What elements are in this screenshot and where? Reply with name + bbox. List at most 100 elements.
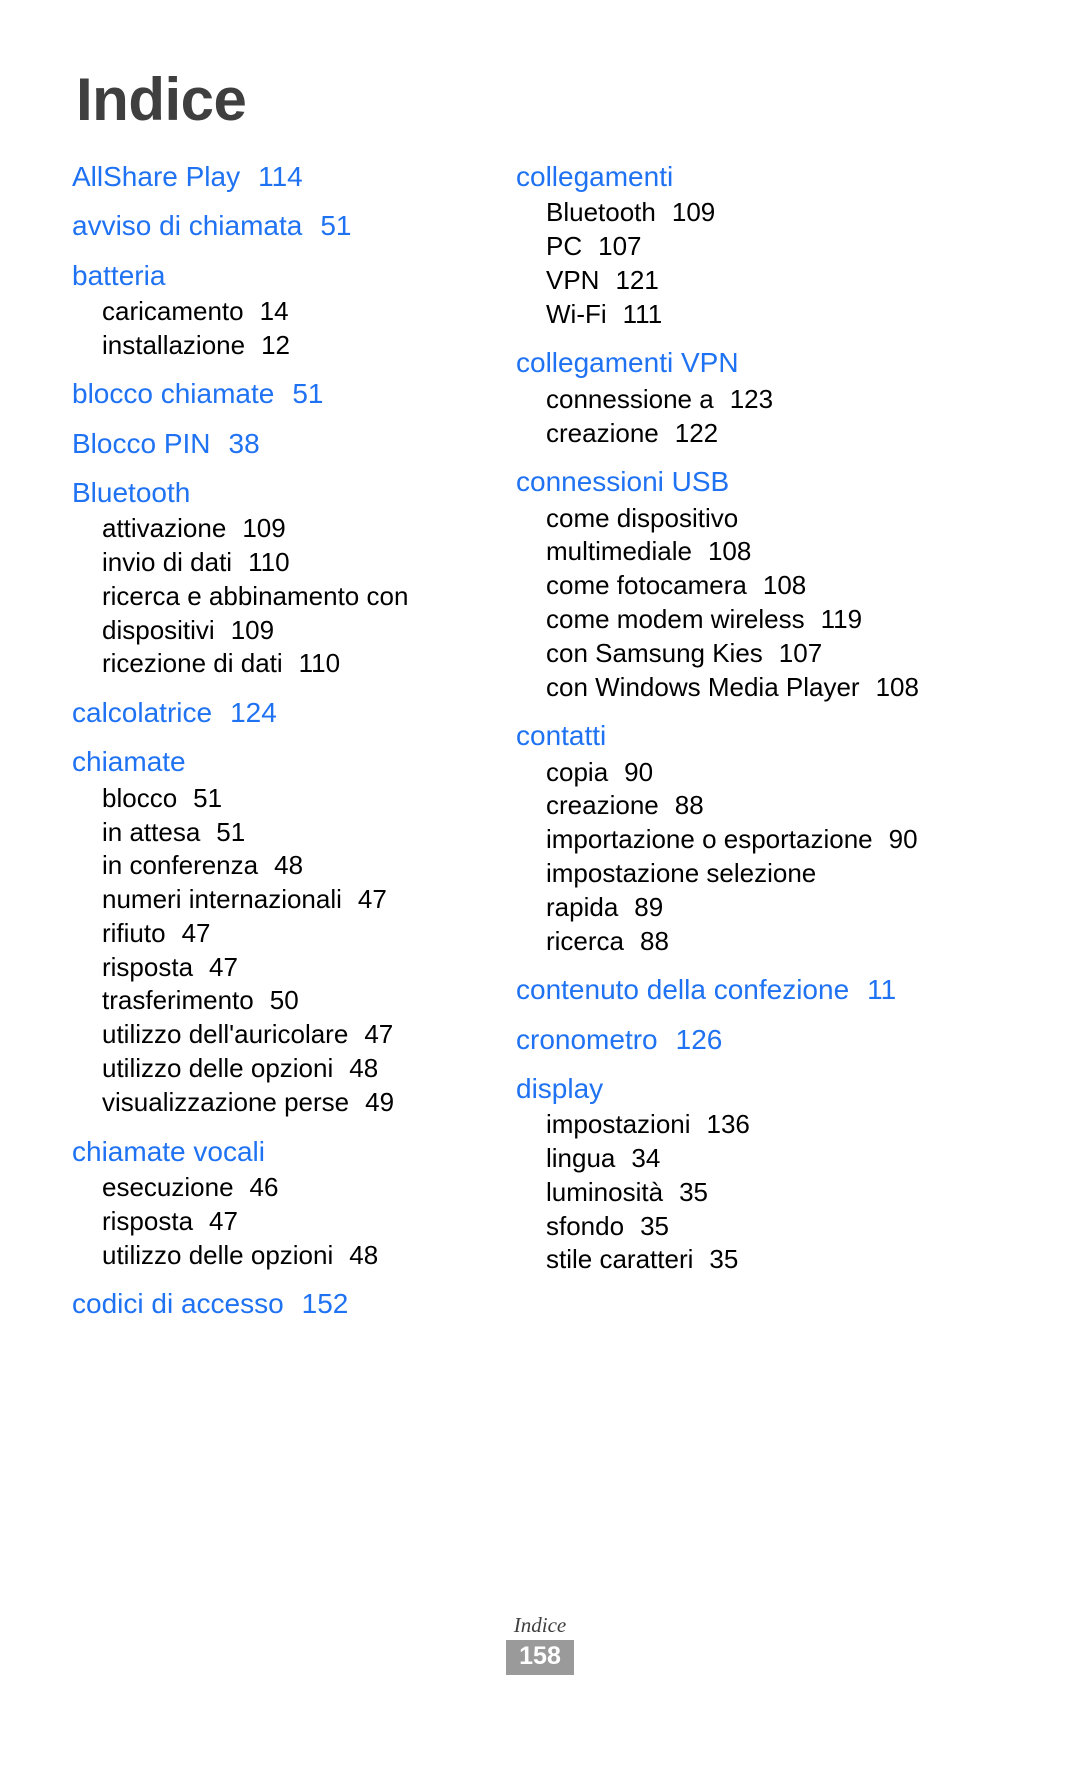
index-group: chiamate vocali esecuzione 46 risposta 47 uti… [72, 1134, 480, 1273]
index-subentry[interactable]: come fotocamera 108 [546, 569, 924, 603]
index-subentry[interactable]: ricerca 88 [546, 925, 924, 959]
index-subentry[interactable]: con Windows Media Player 108 [546, 671, 924, 705]
index-subentry[interactable]: trasferimento 50 [102, 984, 480, 1018]
index-subentry-label: rifiuto [102, 917, 166, 948]
index-subentry[interactable]: con Samsung Kies 107 [546, 637, 924, 671]
index-subentry[interactable]: in attesa 51 [102, 816, 480, 850]
index-sublist: connessione a 123 creazione 122 [516, 383, 924, 451]
index-subentry-page: 51 [216, 816, 246, 847]
index-heading[interactable]: Blocco PIN 38 [72, 426, 480, 461]
index-subentry[interactable]: invio di dati 110 [102, 546, 480, 580]
index-subentry-page: 108 [707, 536, 752, 567]
index-subentry-page: 90 [624, 756, 654, 787]
index-subentry[interactable]: connessione a 123 [546, 383, 924, 417]
index-subentry-label: lingua [546, 1143, 616, 1173]
index-heading-label: Blocco PIN [72, 427, 211, 459]
index-heading[interactable]: contenuto della confezione 11 [516, 972, 924, 1007]
index-subentry[interactable]: installazione 12 [102, 329, 480, 363]
index-subentry-label: caricamento [102, 295, 244, 326]
index-subentry[interactable]: in conferenza 48 [102, 849, 480, 883]
index-heading-label: calcolatrice [72, 697, 213, 729]
index-subentry[interactable]: visualizzazione perse 49 [102, 1086, 480, 1120]
index-subentry[interactable]: VPN 121 [546, 264, 924, 298]
index-subentry[interactable]: risposta 47 [102, 951, 480, 985]
index-heading[interactable]: chiamate [72, 744, 480, 779]
index-subentry[interactable]: creazione 88 [546, 789, 924, 823]
index-subentry-label: utilizzo dell'auricolare [102, 1019, 349, 1050]
index-subentry-label: utilizzo delle opzioni [102, 1053, 334, 1084]
index-subentry-label: ricerca [546, 925, 625, 956]
index-subentry[interactable]: utilizzo delle opzioni 48 [102, 1052, 480, 1086]
index-subentry-page: 109 [242, 513, 286, 544]
index-subentry-label: utilizzo delle opzioni [102, 1239, 334, 1270]
index-subentry[interactable]: Bluetooth 109 [546, 196, 924, 230]
right-column: collegamenti Bluetooth 109 PC 107 VPN 121 Wi-Fi… [516, 159, 924, 1279]
index-subentry[interactable]: lingua 34 [546, 1142, 924, 1176]
index-heading[interactable]: collegamenti [516, 159, 924, 194]
index-heading[interactable]: batteria [72, 258, 480, 293]
index-heading[interactable]: chiamate vocali [72, 1134, 480, 1169]
index-subentry[interactable]: impostazioni 136 [546, 1108, 924, 1142]
index-heading[interactable]: contatti [516, 718, 924, 753]
index-subentry-label: come fotocamera [546, 570, 747, 601]
index-subentry-page: 107 [598, 231, 642, 262]
index-group: AllShare Play 114 [72, 159, 480, 194]
index-heading-label: contatti [516, 720, 607, 752]
index-subentry[interactable]: ricerca e abbinamento con dispositivi 109 [102, 580, 480, 648]
index-subentry[interactable]: caricamento 14 [102, 295, 480, 329]
index-heading-label: display [516, 1072, 604, 1104]
index-subentry[interactable]: Wi-Fi 111 [546, 298, 924, 332]
index-subentry[interactable]: copia 90 [546, 756, 924, 790]
index-heading[interactable]: cronometro 126 [516, 1022, 924, 1057]
index-heading-label: chiamate [72, 746, 186, 778]
index-heading-label: chiamate vocali [72, 1135, 265, 1167]
index-subentry[interactable]: impostazione selezione rapida 89 [546, 857, 924, 925]
index-subentry-label: PC [546, 231, 583, 262]
index-subentry[interactable]: blocco 51 [102, 782, 480, 816]
index-heading[interactable]: Bluetooth [72, 475, 480, 510]
index-heading[interactable]: calcolatrice 124 [72, 695, 480, 730]
index-heading[interactable]: AllShare Play 114 [72, 159, 480, 194]
index-subentry[interactable]: PC 107 [546, 230, 924, 264]
index-heading[interactable]: display [516, 1071, 924, 1106]
index-page: Indice AllShare Play 114 avviso di chiamat… [0, 0, 1080, 1771]
index-heading[interactable]: collegamenti VPN [516, 345, 924, 380]
index-sublist: impostazioni 136 lingua 34 luminosità 35 sfond… [516, 1108, 924, 1277]
index-subentry[interactable]: utilizzo delle opzioni 48 [102, 1239, 480, 1273]
index-subentry[interactable]: rifiuto 47 [102, 917, 480, 951]
index-subentry[interactable]: stile caratteri 35 [546, 1243, 924, 1277]
index-subentry[interactable]: importazione o esportazione 90 [546, 823, 924, 857]
left-column: AllShare Play 114 avviso di chiamata 51 batt… [72, 159, 480, 1324]
index-subentry[interactable]: ricezione di dati 110 [102, 647, 480, 681]
index-subentry[interactable]: risposta 47 [102, 1205, 480, 1239]
index-subentry-page: 35 [709, 1244, 739, 1275]
index-subentry[interactable]: esecuzione 46 [102, 1171, 480, 1205]
index-subentry-page: 50 [269, 985, 299, 1016]
index-heading[interactable]: blocco chiamate 51 [72, 376, 480, 411]
index-group: contatti copia 90 creazione 88 importazione o… [516, 718, 924, 958]
index-subentry[interactable]: sfondo 35 [546, 1210, 924, 1244]
index-subentry[interactable]: come modem wireless 119 [546, 603, 924, 637]
index-subentry[interactable]: come dispositivo multimediale 108 [546, 502, 924, 570]
index-subentry-label: blocco [102, 782, 178, 813]
index-columns: AllShare Play 114 avviso di chiamata 51 batt… [72, 159, 1008, 1324]
index-subentry[interactable]: luminosità 35 [546, 1176, 924, 1210]
index-heading-page: 11 [867, 974, 897, 1006]
index-subentry-label: in attesa [102, 816, 201, 847]
index-subentry-label: invio di dati [102, 546, 233, 577]
index-subentry-label: Wi-Fi [546, 298, 607, 329]
index-subentry-page: 14 [259, 295, 289, 326]
index-subentry[interactable]: numeri internazionali 47 [102, 883, 480, 917]
index-subentry-page: 35 [640, 1210, 669, 1241]
index-subentry[interactable]: attivazione 109 [102, 512, 480, 546]
index-sublist: blocco 51 in attesa 51 in conferenza 48 numeri… [72, 782, 480, 1120]
index-group: collegamenti VPN connessione a 123 creazion… [516, 345, 924, 450]
index-subentry-label: luminosità [546, 1176, 664, 1207]
index-subentry[interactable]: utilizzo dell'auricolare 47 [102, 1018, 480, 1052]
index-group: contenuto della confezione 11 [516, 972, 924, 1007]
index-heading[interactable]: avviso di chiamata 51 [72, 208, 480, 243]
index-heading[interactable]: codici di accesso 152 [72, 1286, 480, 1321]
index-subentry[interactable]: creazione 122 [546, 417, 924, 451]
index-heading-label: Bluetooth [72, 476, 191, 508]
index-heading[interactable]: connessioni USB [516, 464, 924, 499]
